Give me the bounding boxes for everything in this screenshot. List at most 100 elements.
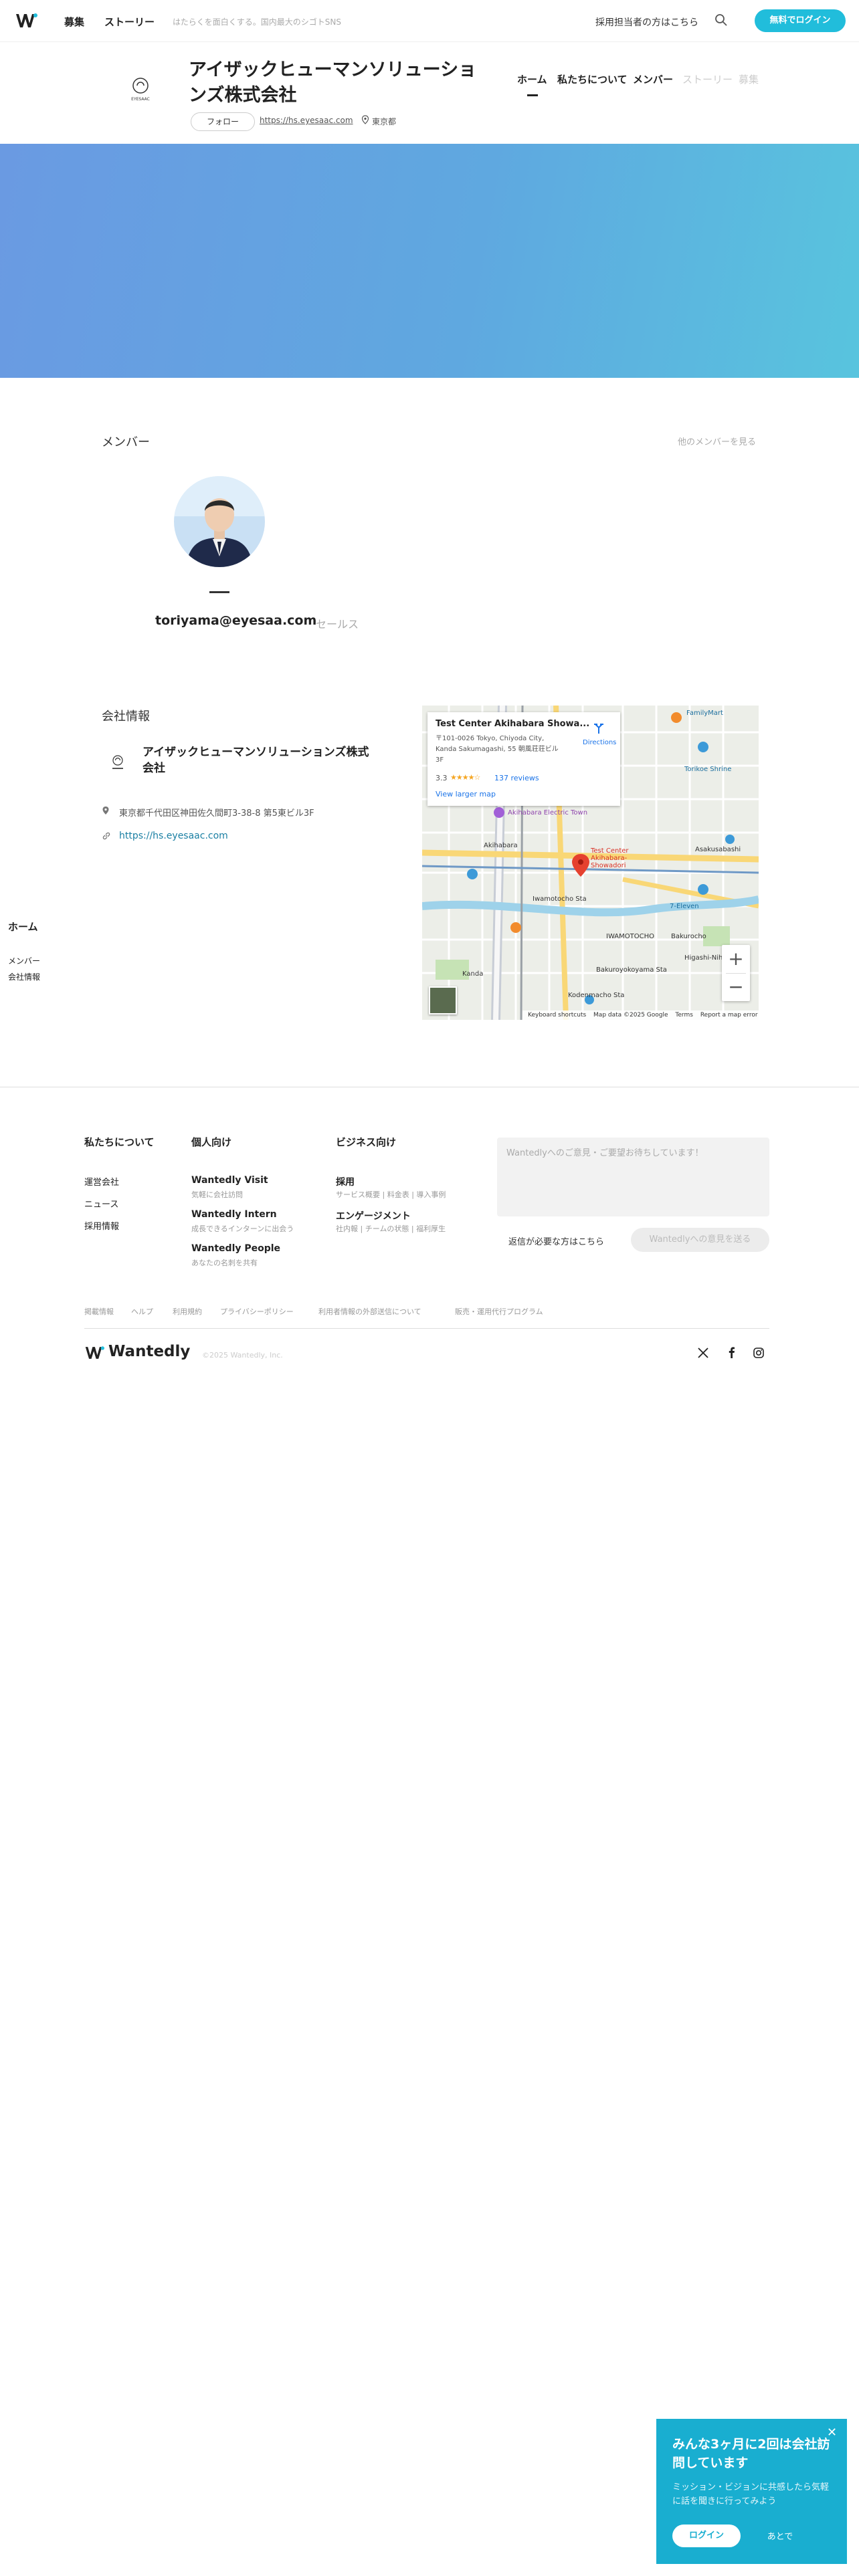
instagram-icon[interactable] bbox=[753, 1347, 765, 1359]
map-rating-stars: ★★★★☆ bbox=[450, 773, 480, 782]
company-address: 東京都千代田区神田佐久間町3-38-8 第5東ビル3F bbox=[119, 809, 314, 819]
copyright: ©2025 Wantedly, Inc. bbox=[202, 1351, 283, 1360]
zoom-in-button[interactable]: + bbox=[722, 945, 750, 973]
tab-members[interactable]: メンバー bbox=[633, 72, 673, 86]
company-website-link[interactable]: https://hs.eyesaac.com bbox=[119, 831, 228, 841]
member-avatar[interactable] bbox=[174, 476, 265, 567]
member-email[interactable]: toriyama@eyesaa.com bbox=[155, 613, 316, 628]
wantedly-wordmark: Wantedly bbox=[108, 1343, 191, 1360]
footer-link-news[interactable]: ニュース bbox=[84, 1197, 118, 1210]
tab-about[interactable]: 私たちについて bbox=[557, 72, 628, 86]
login-button[interactable]: 無料でログイン bbox=[755, 9, 846, 32]
footer-divider-2 bbox=[84, 1328, 769, 1329]
map-report-error-link[interactable]: Report a map error bbox=[700, 1012, 758, 1018]
map-label-akihabara-electric: Akihabara Electric Town bbox=[508, 809, 588, 817]
map-label-torikoe: Torikoe Shrine bbox=[684, 766, 732, 773]
map-rating: 3.3 bbox=[436, 774, 448, 782]
footer-wantedly-people-desc: あなたの名刺を共有 bbox=[191, 1259, 258, 1267]
directions-link[interactable]: Directions bbox=[583, 739, 616, 746]
footer-link-company[interactable]: 運営会社 bbox=[84, 1175, 119, 1188]
map-zoom-controls: + − bbox=[722, 945, 750, 1001]
location-pin-icon bbox=[361, 115, 369, 124]
visit-promo-popup: ✕ みんな3ヶ月に2回は会社訪問しています ミッション・ビジョンに共感したら気軽… bbox=[656, 2419, 847, 2564]
wantedly-footer-logo-icon[interactable] bbox=[84, 1345, 104, 1361]
top-navigation: 募集 ストーリー はたらくを面白くする。国内最大のシゴトSNS 採用担当者の方は… bbox=[0, 0, 859, 42]
google-map[interactable]: Akihabara Electric Town Akihabara Test C… bbox=[422, 706, 759, 1020]
popup-later-button[interactable]: あとで bbox=[750, 2529, 810, 2542]
footer-small-link-terms[interactable]: 利用規約 bbox=[173, 1306, 202, 1317]
footer-hiring-desc[interactable]: サービス概要 | 料金表 | 導入事例 bbox=[336, 1189, 446, 1200]
map-reviews-link[interactable]: 137 reviews bbox=[494, 774, 539, 782]
nav-stories-link[interactable]: ストーリー bbox=[104, 15, 155, 29]
footer-hiring[interactable]: 採用 bbox=[336, 1175, 355, 1188]
company-info-name: アイザックヒューマンソリューションズ株式会社 bbox=[142, 746, 369, 775]
map-label-akihabara: Akihabara bbox=[484, 842, 518, 849]
footer-wantedly-intern[interactable]: Wantedly Intern bbox=[191, 1209, 277, 1220]
map-attribution: Keyboard shortcuts Map data ©2025 Google… bbox=[522, 1010, 759, 1020]
footer-col-personal-title: 個人向け bbox=[191, 1136, 232, 1148]
recruiter-link[interactable]: 採用担当者の方はこちら bbox=[595, 15, 698, 29]
svg-text:EYESAAC: EYESAAC bbox=[131, 97, 150, 102]
feedback-reply-link[interactable]: 返信が必要な方はこちら bbox=[508, 1235, 604, 1247]
map-label-asakusabashi: Asakusabashi bbox=[695, 846, 741, 853]
sidebar-home[interactable]: ホーム bbox=[8, 920, 38, 934]
x-icon[interactable] bbox=[697, 1347, 709, 1359]
view-larger-map-link[interactable]: View larger map bbox=[436, 790, 496, 798]
company-logo: EYESAAC bbox=[128, 78, 153, 102]
footer-wantedly-people[interactable]: Wantedly People bbox=[191, 1243, 280, 1254]
company-url-link[interactable]: https://hs.eyesaac.com bbox=[260, 116, 353, 125]
link-icon bbox=[102, 832, 110, 840]
map-label-iwamotocho-sta: Iwamotocho Sta bbox=[533, 895, 587, 903]
map-label-test-center: Test Center Akihabara-Showadori bbox=[591, 847, 629, 869]
footer-small-link-listing[interactable]: 掲載情報 bbox=[84, 1306, 114, 1317]
company-info-title: 会社情報 bbox=[102, 710, 150, 724]
feedback-send-button[interactable]: Wantedlyへの意見を送る bbox=[631, 1228, 769, 1252]
footer-engagement-desc[interactable]: 社内報 | チームの状態 | 福利厚生 bbox=[336, 1223, 446, 1234]
members-section-title: メンバー bbox=[102, 435, 150, 449]
search-icon[interactable] bbox=[714, 13, 728, 27]
tagline: はたらくを面白くする。国内最大のシゴトSNS bbox=[173, 17, 341, 27]
map-label-iwamotocho: IWAMOTOCHO bbox=[606, 933, 654, 940]
footer-wantedly-visit[interactable]: Wantedly Visit bbox=[191, 1175, 268, 1186]
company-logo-small bbox=[112, 755, 123, 769]
zoom-out-button[interactable]: − bbox=[722, 973, 750, 1001]
map-info-card: Test Center Akihabara Showa... 〒101-0026… bbox=[427, 712, 620, 806]
directions-icon[interactable] bbox=[592, 722, 605, 735]
follow-button[interactable]: フォロー bbox=[191, 112, 255, 131]
footer-col-about-title: 私たちについて bbox=[84, 1136, 155, 1148]
cover-banner bbox=[0, 144, 859, 378]
member-role: セールス bbox=[316, 618, 359, 631]
map-place-title: Test Center Akihabara Showa... bbox=[436, 719, 590, 729]
sidebar-item-company-info[interactable]: 会社情報 bbox=[8, 971, 40, 982]
tab-home[interactable]: ホーム bbox=[517, 72, 547, 86]
map-label-bakuroyokoyama: Bakuroyokoyama Sta bbox=[596, 966, 667, 974]
nav-jobs-link[interactable]: 募集 bbox=[64, 15, 84, 29]
map-label-seven-eleven: 7-Eleven bbox=[670, 903, 699, 910]
popup-title: みんな3ヶ月に2回は会社訪問しています bbox=[672, 2437, 830, 2470]
map-satellite-toggle[interactable] bbox=[429, 986, 457, 1014]
map-data-credit: Map data ©2025 Google bbox=[593, 1012, 668, 1018]
tab-jobs[interactable]: 募集 bbox=[739, 72, 759, 86]
map-keyboard-shortcuts[interactable]: Keyboard shortcuts bbox=[528, 1012, 586, 1018]
footer-small-link-agency[interactable]: 販売・運用代行プログラム bbox=[455, 1306, 543, 1317]
wantedly-logo-icon[interactable] bbox=[15, 12, 37, 29]
feedback-placeholder: Wantedlyへのご意見・ご要望お待ちしています！ bbox=[506, 1148, 704, 1158]
facebook-icon[interactable] bbox=[726, 1347, 738, 1359]
tab-stories[interactable]: ストーリー bbox=[682, 72, 733, 86]
sidebar-item-members[interactable]: メンバー bbox=[8, 955, 40, 966]
footer-small-link-help[interactable]: ヘルプ bbox=[131, 1306, 153, 1317]
footer-small-link-external[interactable]: 利用者情報の外部送信について bbox=[318, 1306, 421, 1317]
feedback-textarea[interactable]: Wantedlyへのご意見・ご要望お待ちしています！ bbox=[497, 1138, 769, 1216]
tab-active-indicator bbox=[527, 94, 538, 96]
map-terms-link[interactable]: Terms bbox=[675, 1012, 693, 1018]
popup-login-button[interactable]: ログイン bbox=[672, 2525, 741, 2547]
footer-wantedly-visit-desc: 気軽に会社訪問 bbox=[191, 1190, 243, 1199]
popup-description: ミッション・ビジョンに共感したら気軽に話を聞きに行ってみよう bbox=[672, 2482, 830, 2506]
map-label-kanda: Kanda bbox=[462, 970, 484, 978]
see-more-members-link[interactable]: 他のメンバーを見る bbox=[678, 435, 756, 447]
footer-link-careers[interactable]: 採用情報 bbox=[84, 1219, 119, 1232]
footer-small-link-privacy[interactable]: プライバシーポリシー bbox=[220, 1306, 294, 1317]
company-location: 東京都 bbox=[372, 117, 397, 126]
footer-col-business-title: ビジネス向け bbox=[336, 1136, 397, 1148]
footer-engagement[interactable]: エンゲージメント bbox=[336, 1209, 411, 1222]
